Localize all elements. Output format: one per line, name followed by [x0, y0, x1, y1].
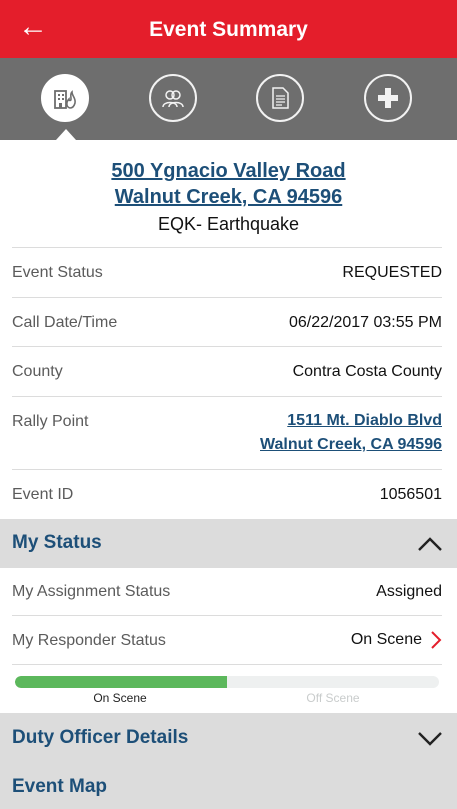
tab-event-info[interactable]: [41, 74, 89, 122]
event-status-value: REQUESTED: [342, 264, 442, 281]
responder-status-label: My Responder Status: [12, 632, 166, 649]
rally-point-value: 1511 Mt. Diablo Blvd Walnut Creek, CA 94…: [260, 409, 442, 457]
responder-status-row[interactable]: My Responder Status On Scene: [12, 615, 442, 664]
assignment-status-row: My Assignment Status Assigned: [12, 568, 442, 615]
event-id-row: Event ID 1056501: [12, 469, 442, 519]
scene-progress-bar: [15, 676, 439, 688]
chevron-down-icon[interactable]: [417, 731, 443, 747]
progress-on-scene-label: On Scene: [93, 691, 147, 705]
call-datetime-row: Call Date/Time 06/22/2017 03:55 PM: [12, 297, 442, 346]
county-row: County Contra Costa County: [12, 346, 442, 396]
event-id-value: 1056501: [379, 486, 442, 503]
assignment-status-value: Assigned: [376, 583, 442, 600]
rally-point-line-1-link[interactable]: 1511 Mt. Diablo Blvd: [260, 409, 442, 433]
event-address: 500 Ygnacio Valley Road Walnut Creek, CA…: [0, 158, 457, 237]
address-line-1-link[interactable]: 500 Ygnacio Valley Road: [0, 158, 457, 184]
tab-medical[interactable]: [364, 74, 412, 122]
building-fire-icon: [54, 90, 76, 109]
event-status-label: Event Status: [12, 264, 103, 281]
document-icon: [272, 87, 289, 109]
medical-cross-icon: [378, 88, 398, 108]
divider: [12, 664, 442, 665]
responder-status-value: On Scene: [350, 631, 422, 648]
active-tab-caret: [56, 129, 76, 140]
app-header: ← Event Summary: [0, 0, 457, 58]
chevron-right-icon[interactable]: [430, 630, 442, 650]
icon-tab-bar: [0, 58, 457, 140]
tab-people[interactable]: [149, 74, 197, 122]
rally-point-line-2-link[interactable]: Walnut Creek, CA 94596: [260, 433, 442, 457]
event-map-section-header[interactable]: Event Map: [0, 764, 457, 809]
county-label: County: [12, 363, 63, 380]
my-status-section-header[interactable]: My Status: [0, 519, 457, 568]
page-title: Event Summary: [149, 18, 308, 41]
call-datetime-value: 06/22/2017 03:55 PM: [288, 314, 442, 331]
duty-officer-title: Duty Officer Details: [12, 727, 189, 748]
tab-documents[interactable]: [256, 74, 304, 122]
event-id-label: Event ID: [12, 486, 74, 503]
event-map-title: Event Map: [12, 776, 108, 797]
assignment-status-label: My Assignment Status: [12, 583, 171, 600]
event-status-row: Event Status REQUESTED: [12, 247, 442, 297]
progress-off-scene-label: Off Scene: [306, 691, 360, 705]
people-icon: [162, 90, 184, 108]
rally-point-row: Rally Point 1511 Mt. Diablo Blvd Walnut …: [12, 396, 442, 469]
county-value: Contra Costa County: [292, 363, 442, 380]
duty-officer-section-header[interactable]: Duty Officer Details: [0, 713, 457, 764]
address-line-2-link[interactable]: Walnut Creek, CA 94596: [0, 184, 457, 210]
chevron-up-icon[interactable]: [417, 536, 443, 552]
event-type: EQK- Earthquake: [157, 214, 300, 234]
call-datetime-label: Call Date/Time: [12, 314, 118, 331]
scene-progress-fill: [15, 676, 227, 688]
rally-point-label: Rally Point: [12, 413, 89, 430]
my-status-title: My Status: [12, 532, 102, 553]
